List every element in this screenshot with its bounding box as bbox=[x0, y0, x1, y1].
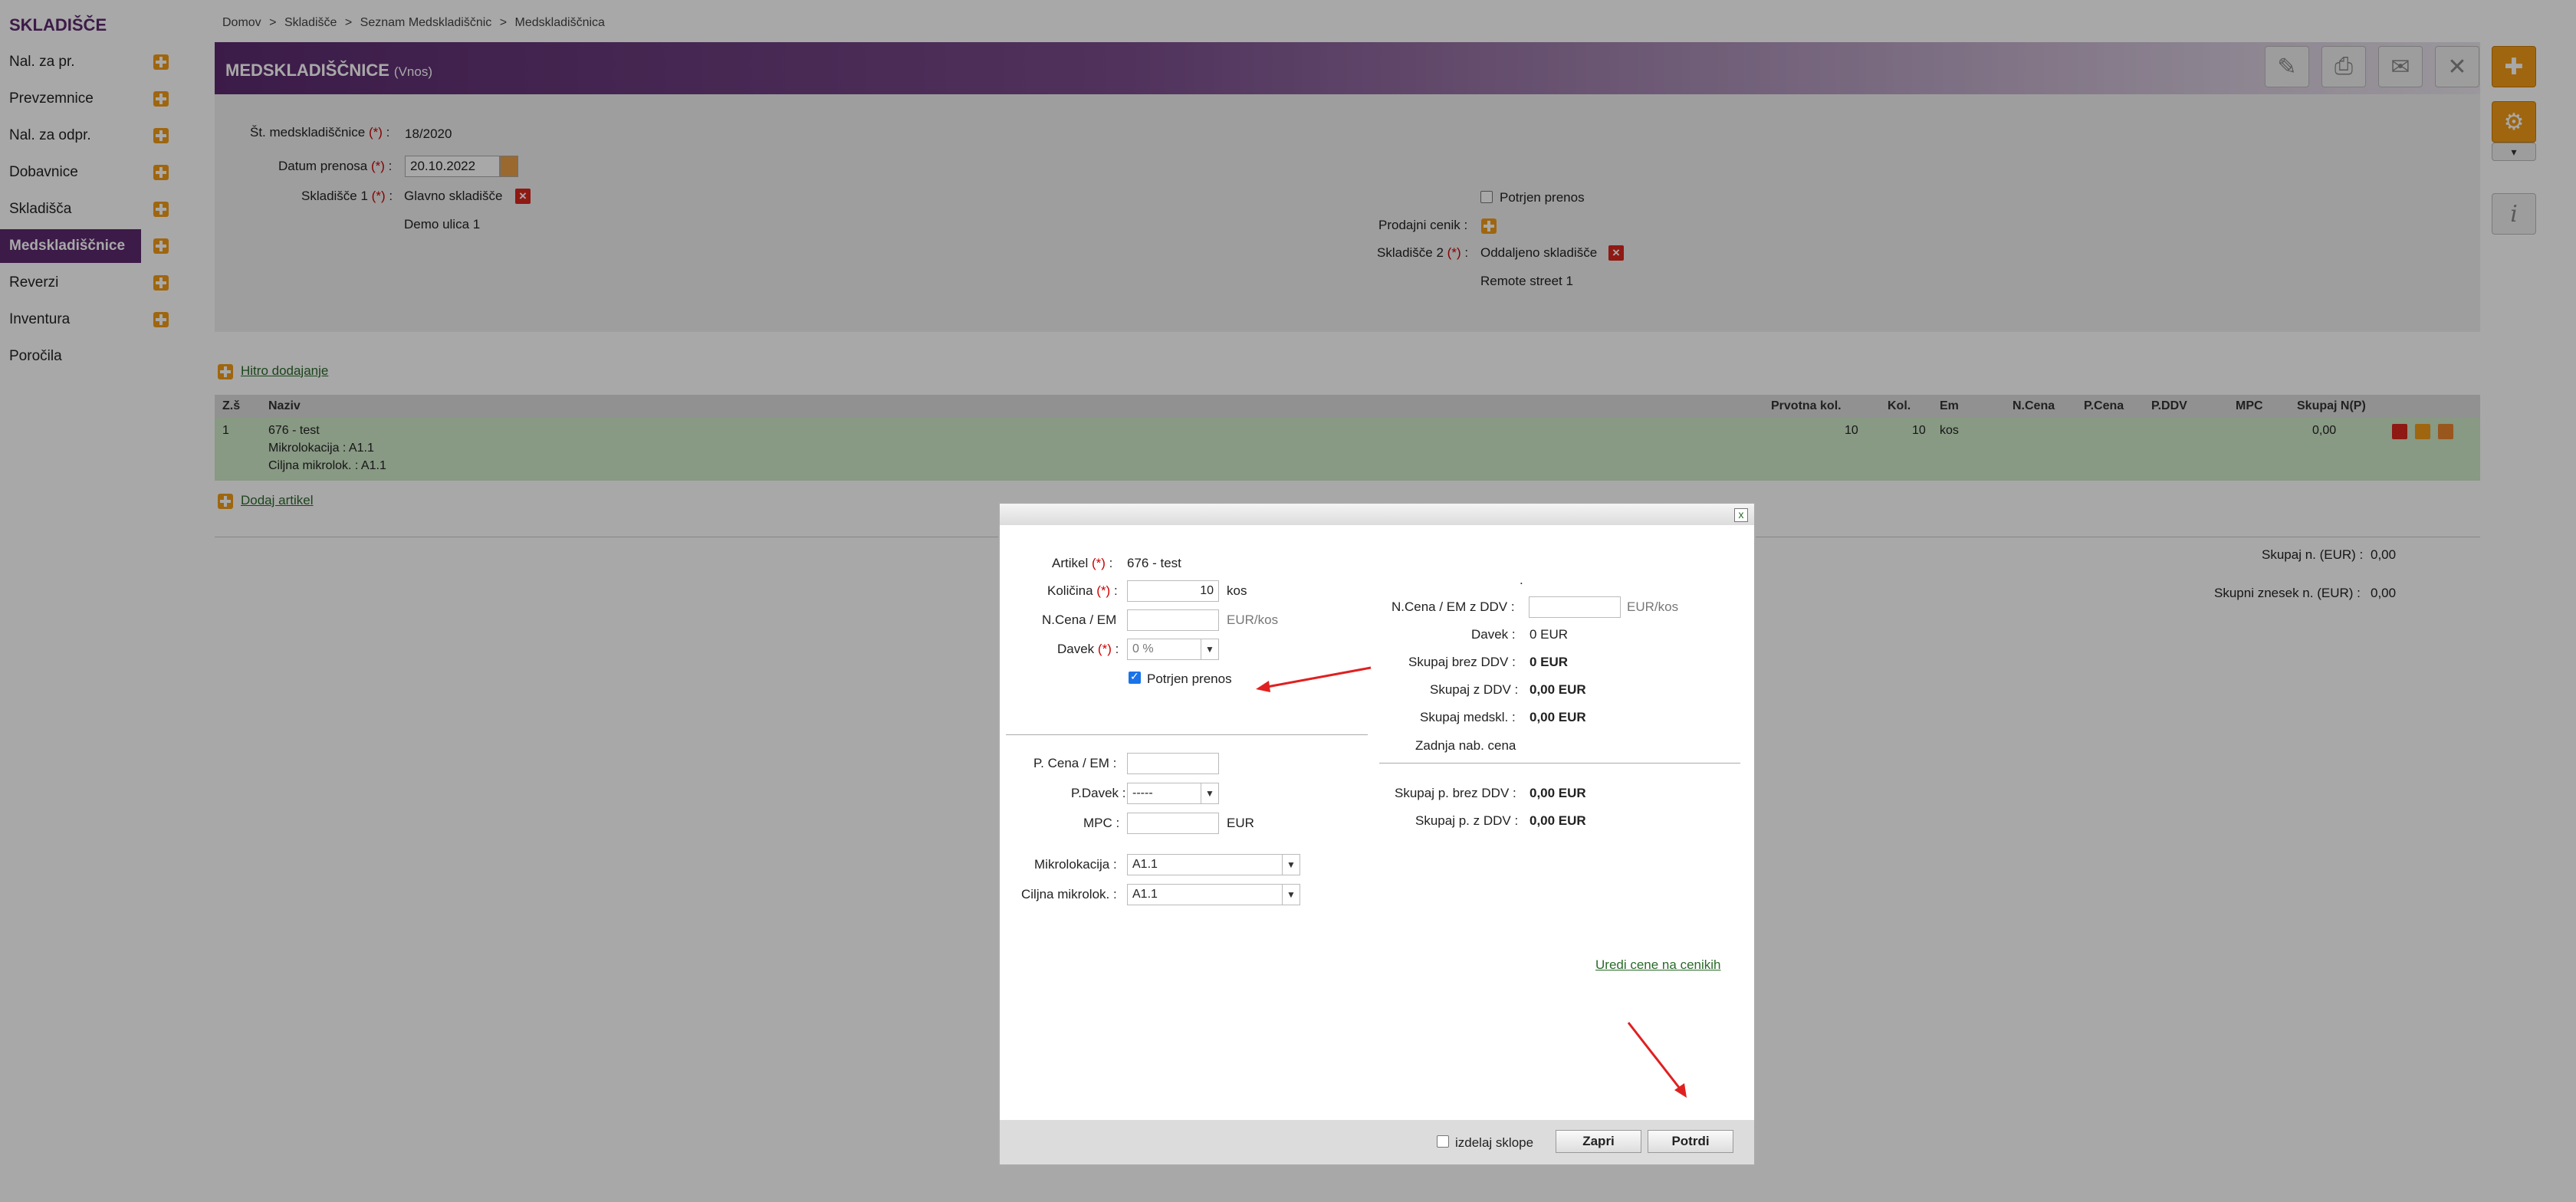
dialog-close-icon[interactable]: x bbox=[1734, 508, 1748, 522]
confirm-button[interactable]: Potrdi bbox=[1648, 1130, 1733, 1153]
make-sets-checkbox[interactable] bbox=[1437, 1135, 1449, 1148]
dialog-body: Artikel (*) : 676 - test Količina (*) : … bbox=[1006, 525, 1748, 1120]
article-dialog: x Artikel (*) : 676 - test Količina (*) … bbox=[998, 502, 1756, 1166]
dialog-footer: izdelaj sklope Zapri Potrdi bbox=[1000, 1120, 1754, 1164]
close-button[interactable]: Zapri bbox=[1556, 1130, 1641, 1153]
annotation-arrow-line bbox=[1627, 1022, 1684, 1093]
annotation-arrow-line bbox=[1258, 666, 1372, 690]
dialog-titlebar: x bbox=[1000, 504, 1754, 525]
annotation-arrows bbox=[1256, 666, 1687, 1098]
make-sets-label: izdelaj sklope bbox=[1455, 1135, 1534, 1150]
annotation-arrow-head bbox=[1256, 681, 1270, 692]
